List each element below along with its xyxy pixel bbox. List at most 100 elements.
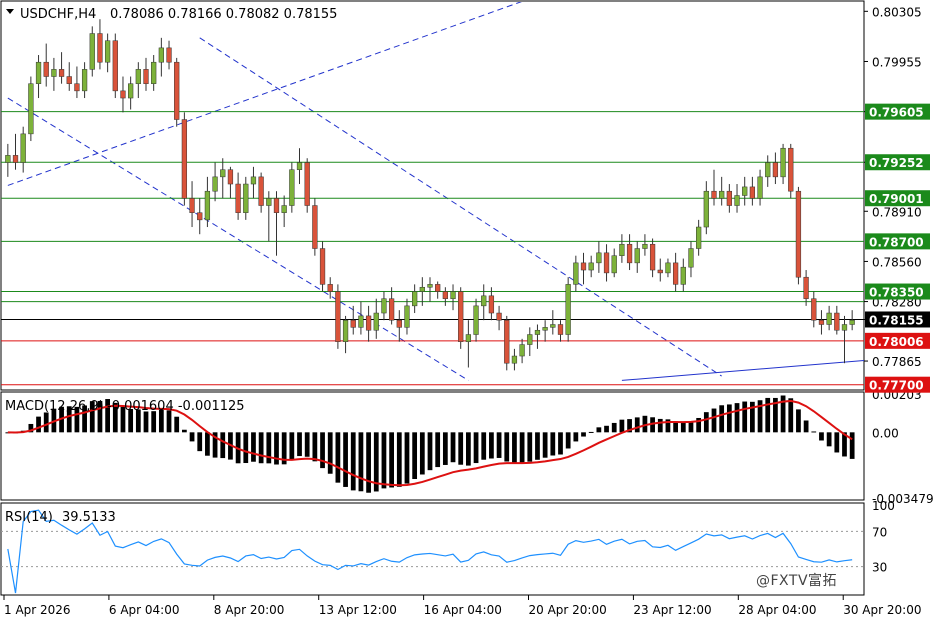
bear-candle-body xyxy=(97,33,103,63)
bear-candle-body xyxy=(488,295,495,314)
symbol-label: USDCHF,H4 xyxy=(20,7,96,22)
macd-bar xyxy=(36,416,41,433)
time-tick-label: 28 Apr 04:00 xyxy=(738,603,816,617)
bear-candle-body xyxy=(189,198,195,213)
level-label-text: 0.78350 xyxy=(869,286,924,300)
bear-candle-body xyxy=(335,291,341,342)
bear-candle-body xyxy=(235,183,241,213)
bear-candle-body xyxy=(711,190,717,199)
price-axis: 0.80305 0.79955 0.79605 0.79252 0.78910 0.785… xyxy=(864,5,930,393)
price-tick-label: 0.79955 xyxy=(872,55,922,69)
bull-candle-body xyxy=(473,305,479,335)
bear-candle-body xyxy=(181,119,188,199)
bull-candle-body xyxy=(465,334,472,342)
bull-candle-body xyxy=(550,324,556,328)
trading-chart[interactable]: 0.002030.00-0.003479 1007030 0.803050.79… xyxy=(0,0,936,624)
time-tick-label: 30 Apr 20:00 xyxy=(843,603,921,617)
macd-bar xyxy=(312,432,318,462)
macd-bar xyxy=(205,432,210,456)
bear-candle-body xyxy=(120,90,126,99)
bear-candle-body xyxy=(365,315,372,331)
bull-candle-body xyxy=(573,262,579,285)
bear-candle-body xyxy=(435,284,441,292)
macd-bar xyxy=(412,432,418,480)
bear-candle-body xyxy=(603,252,610,274)
bull-candle-body xyxy=(703,190,709,228)
macd-bar xyxy=(611,422,617,433)
bear-candle-body xyxy=(657,269,663,274)
bull-candle-body xyxy=(841,324,848,331)
time-tick-label: 13 Apr 12:00 xyxy=(319,603,397,617)
bull-candle-body xyxy=(419,286,425,292)
macd-bar xyxy=(803,420,809,433)
bear-candle-body xyxy=(66,76,72,84)
macd-bar xyxy=(788,398,794,433)
macd-bar xyxy=(350,432,356,491)
bull-candle-body xyxy=(89,33,95,70)
macd-bar xyxy=(504,432,510,462)
macd-bar xyxy=(719,405,725,433)
macd-bar xyxy=(366,432,371,493)
bull-candle-body xyxy=(534,329,541,335)
time-tick-label: 1 Apr 2026 xyxy=(4,603,71,617)
bear-candle-body xyxy=(557,324,564,335)
level-label-text: 0.78006 xyxy=(869,335,924,349)
bear-candle-body xyxy=(803,276,809,299)
macd-bar xyxy=(573,432,579,442)
time-tick-label: 8 Apr 20:00 xyxy=(214,603,285,617)
macd-bar xyxy=(512,432,517,464)
bull-candle-body xyxy=(373,312,379,331)
macd-bar xyxy=(396,432,402,487)
bull-candle-body xyxy=(28,83,34,135)
macd-bar xyxy=(565,432,571,449)
level-label-text: 0.79605 xyxy=(869,106,924,120)
candle xyxy=(458,287,464,349)
time-tick-label: 16 Apr 04:00 xyxy=(424,603,502,617)
macd-label: MACD(12,26,9) xyxy=(5,399,104,414)
level-label-text: 0.78155 xyxy=(869,313,924,327)
bear-candle-body xyxy=(504,319,510,364)
macd-bar xyxy=(251,432,256,462)
macd-bar xyxy=(220,432,226,459)
bear-candle-body xyxy=(227,169,234,185)
candle xyxy=(89,26,95,77)
bull-candle-body xyxy=(151,61,157,84)
bull-candle-body xyxy=(204,190,211,221)
bull-candle-body xyxy=(158,47,164,63)
price-tick-label: 0.78560 xyxy=(872,255,922,269)
bear-candle-body xyxy=(58,69,65,77)
macd-bar xyxy=(442,432,448,465)
macd-bar xyxy=(151,411,157,433)
bear-candle-body xyxy=(749,186,756,199)
bear-candle-body xyxy=(304,162,310,206)
macd-bar xyxy=(381,432,387,489)
candle xyxy=(319,241,326,292)
candle xyxy=(28,76,34,142)
bull-candle-body xyxy=(634,248,640,264)
price-tick-label: 0.80305 xyxy=(872,5,922,19)
macd-bar xyxy=(481,432,487,460)
bull-candle-body xyxy=(826,312,832,325)
time-tick-label: 20 Apr 20:00 xyxy=(529,603,607,617)
macd-bar xyxy=(297,432,302,457)
macd-bar xyxy=(143,411,149,433)
bull-candle-body xyxy=(642,243,648,249)
macd-bar xyxy=(673,421,679,433)
macd-bar xyxy=(588,431,594,433)
bear-candle-body xyxy=(818,319,825,325)
macd-bar xyxy=(550,432,556,456)
time-tick-label: 23 Apr 12:00 xyxy=(633,603,711,617)
macd-values: -0.001604 -0.001125 xyxy=(107,399,245,414)
price-tick-label: 0.78910 xyxy=(872,205,922,219)
bull-candle-body xyxy=(5,155,11,163)
macd-bar xyxy=(542,432,548,458)
chart-background xyxy=(0,0,936,624)
bull-candle-body xyxy=(742,186,748,196)
macd-bar xyxy=(419,432,425,475)
bull-candle-body xyxy=(719,190,725,199)
candle xyxy=(504,315,510,371)
bear-candle-body xyxy=(258,176,264,206)
rsi-value: 39.5133 xyxy=(62,510,116,525)
bear-candle-body xyxy=(350,319,356,328)
bull-candle-body xyxy=(281,205,287,213)
